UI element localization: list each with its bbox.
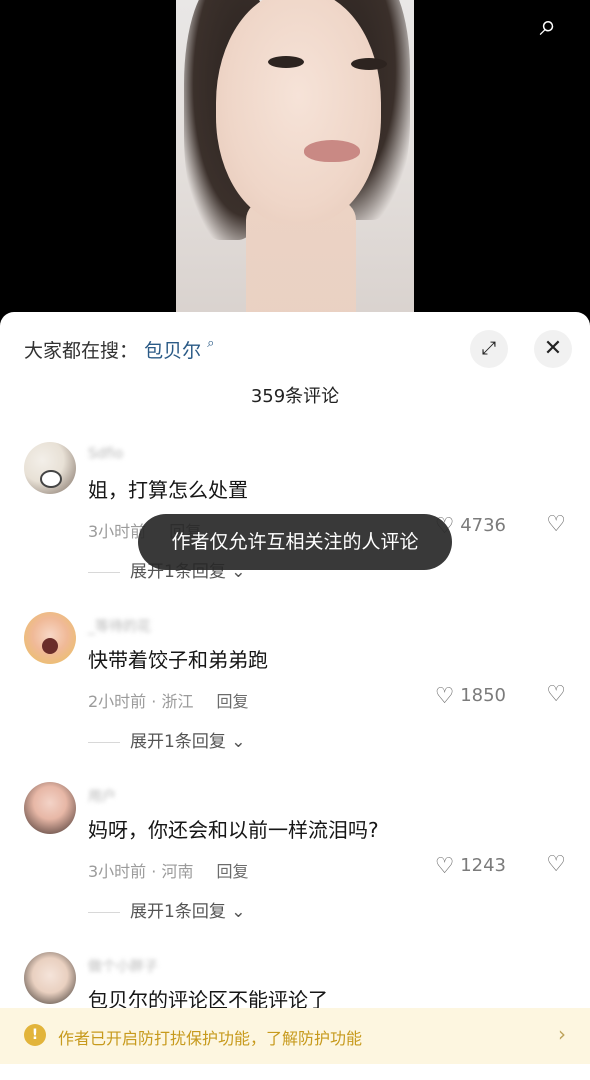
comment-item: _等待的花 快带着饺子和弟弟跑 2小时前 · 浙江 回复 ♡ 1850 ♡ 展开…	[0, 612, 590, 762]
broken-heart-icon[interactable]: ♡	[546, 512, 566, 537]
keyword-search-icon: ⌕	[207, 336, 215, 351]
like-button[interactable]: ♡ 1243	[435, 854, 506, 879]
comment-username[interactable]: _等待的花	[88, 616, 151, 636]
toast-message: 作者仅允许互相关注的人评论	[138, 514, 452, 570]
like-count: 4736	[460, 515, 506, 536]
expand-replies-label: 展开1条回复	[130, 902, 226, 922]
comment-count: 359条评论	[250, 386, 340, 407]
broken-heart-icon[interactable]: ♡	[546, 852, 566, 877]
divider-line	[88, 911, 120, 913]
sheet-header: 大家都在搜： 包贝尔 ⌕ ⤢ ✕	[0, 312, 590, 382]
divider-line	[88, 741, 120, 743]
video-area[interactable]: ⌕	[0, 0, 590, 340]
hot-search[interactable]: 大家都在搜： 包贝尔 ⌕	[24, 336, 214, 363]
lips	[304, 140, 360, 162]
heart-icon: ♡	[434, 854, 455, 879]
comment-text: 妈呀，你还会和以前一样流泪吗?	[88, 818, 379, 842]
bottom-strip	[0, 1064, 590, 1080]
avatar[interactable]	[24, 442, 76, 494]
video-thumbnail	[176, 0, 414, 320]
chevron-down-icon: ⌄	[231, 902, 246, 922]
comment-meta: 2小时前 · 浙江 回复	[88, 688, 249, 712]
comment-time: 2小时前 · 浙江	[88, 692, 194, 711]
avatar[interactable]	[24, 952, 76, 1004]
hot-search-keyword[interactable]: 包贝尔	[144, 340, 201, 362]
expand-replies-label: 展开1条回复	[130, 732, 226, 752]
expand-replies[interactable]: 展开1条回复 ⌄	[88, 897, 245, 922]
search-icon[interactable]: ⌕	[530, 8, 566, 44]
comment-item: 用户 妈呀，你还会和以前一样流泪吗? 3小时前 · 河南 回复 ♡ 1243 ♡…	[0, 782, 590, 932]
divider-line	[88, 571, 120, 573]
reply-button[interactable]: 回复	[217, 862, 249, 881]
avatar[interactable]	[24, 782, 76, 834]
chevron-down-icon: ⌄	[231, 732, 246, 752]
comment-meta: 3小时前 · 河南 回复	[88, 858, 249, 882]
left-eye	[268, 56, 304, 68]
broken-heart-icon[interactable]: ♡	[546, 682, 566, 707]
warning-icon: !	[24, 1024, 46, 1046]
expand-icon[interactable]: ⤢	[470, 330, 508, 368]
like-button[interactable]: ♡ 1850	[435, 684, 506, 709]
like-count: 1243	[460, 855, 506, 876]
comment-text: 快带着饺子和弟弟跑	[88, 648, 268, 672]
close-icon[interactable]: ✕	[534, 330, 572, 368]
notice-text: 作者已开启防打扰保护功能，了解防护功能	[58, 1029, 363, 1048]
comment-time: 3小时前 · 河南	[88, 862, 194, 881]
hot-search-prefix: 大家都在搜：	[24, 340, 139, 362]
reply-button[interactable]: 回复	[217, 692, 249, 711]
avatar[interactable]	[24, 612, 76, 664]
right-eye	[351, 58, 387, 70]
face	[216, 0, 381, 225]
comment-username[interactable]: 用户	[88, 786, 116, 806]
heart-icon: ♡	[434, 684, 455, 709]
comment-username[interactable]: Sdfio	[88, 446, 123, 462]
comment-text: 姐，打算怎么处置	[88, 478, 248, 502]
notice-bar[interactable]: ! 作者已开启防打扰保护功能，了解防护功能 ›	[0, 1008, 590, 1064]
chevron-right-icon: ›	[558, 1022, 566, 1046]
like-count: 1850	[460, 685, 506, 706]
expand-replies[interactable]: 展开1条回复 ⌄	[88, 727, 245, 752]
comments-sheet: 大家都在搜： 包贝尔 ⌕ ⤢ ✕ 359条评论 Sdfio 姐，打算怎么处置 3…	[0, 312, 590, 1080]
comment-username[interactable]: 做个小胖子	[88, 956, 158, 976]
